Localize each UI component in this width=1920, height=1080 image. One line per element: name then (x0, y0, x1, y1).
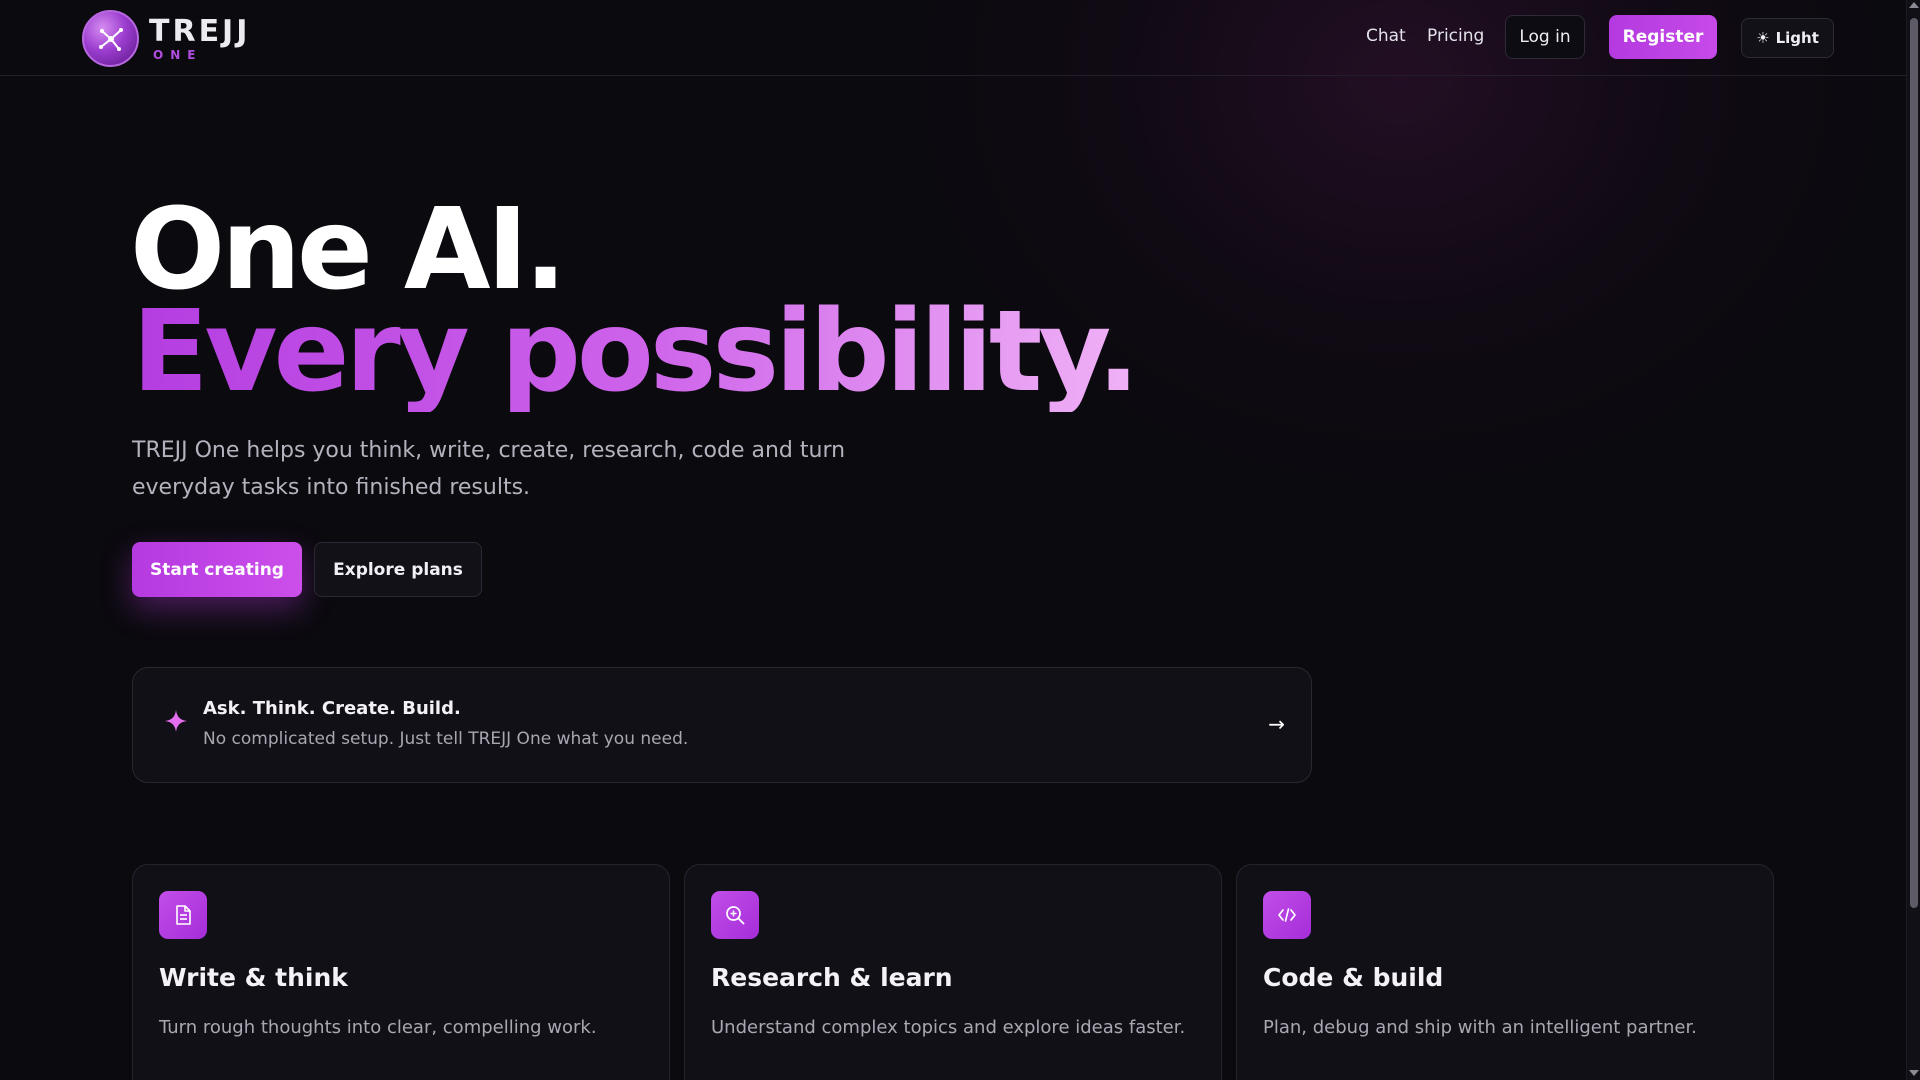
brand-subname: ONE (153, 47, 203, 62)
hero-headline-line2: Every possibility. (132, 287, 1140, 417)
feature-description: Plan, debug and ship with an intelligent… (1263, 1017, 1697, 1038)
feature-card-write[interactable]: Write & think Turn rough thoughts into c… (132, 864, 670, 1080)
arrow-right-icon[interactable]: → (1268, 712, 1285, 736)
scroll-up-icon[interactable] (1909, 2, 1919, 8)
explore-plans-button[interactable]: Explore plans (314, 542, 482, 597)
feature-description: Understand complex topics and explore id… (711, 1017, 1186, 1038)
feature-card-code[interactable]: Code & build Plan, debug and ship with a… (1236, 864, 1774, 1080)
hero-description: TREJJ One helps you think, write, create… (132, 438, 846, 500)
nav-link-chat[interactable]: Chat (1366, 26, 1406, 46)
brand-name: TREJJ (149, 13, 251, 49)
code-icon (1263, 891, 1311, 939)
theme-toggle-button[interactable]: ☀ Light (1741, 18, 1834, 58)
feature-description: Turn rough thoughts into clear, compelli… (159, 1017, 597, 1038)
top-navbar: TREJJ ONE Chat Pricing Log in Register ☀… (0, 0, 1906, 76)
prompt-subtitle: No complicated setup. Just tell TREJJ On… (203, 729, 689, 749)
feature-title: Code & build (1263, 963, 1444, 992)
logo-mark-icon (82, 10, 139, 67)
scrollbar-thumb[interactable] (1910, 18, 1918, 908)
theme-toggle-label: Light (1775, 29, 1819, 47)
document-icon (159, 891, 207, 939)
feature-title: Write & think (159, 963, 348, 992)
search-icon (711, 891, 759, 939)
brand-logo[interactable]: TREJJ ONE (82, 10, 250, 67)
prompt-title: Ask. Think. Create. Build. (203, 698, 461, 719)
feature-card-research[interactable]: Research & learn Understand complex topi… (684, 864, 1222, 1080)
vertical-scrollbar[interactable] (1906, 0, 1920, 1080)
sun-icon: ☀ (1756, 29, 1770, 47)
prompt-card[interactable]: Ask. Think. Create. Build. No complicate… (132, 667, 1312, 783)
feature-title: Research & learn (711, 963, 953, 992)
start-creating-button[interactable]: Start creating (132, 542, 302, 597)
scroll-down-icon[interactable] (1909, 1070, 1919, 1076)
nav-link-pricing[interactable]: Pricing (1427, 26, 1484, 46)
login-button[interactable]: Log in (1505, 15, 1585, 59)
sparkle-icon (161, 706, 191, 736)
register-button[interactable]: Register (1609, 15, 1717, 59)
